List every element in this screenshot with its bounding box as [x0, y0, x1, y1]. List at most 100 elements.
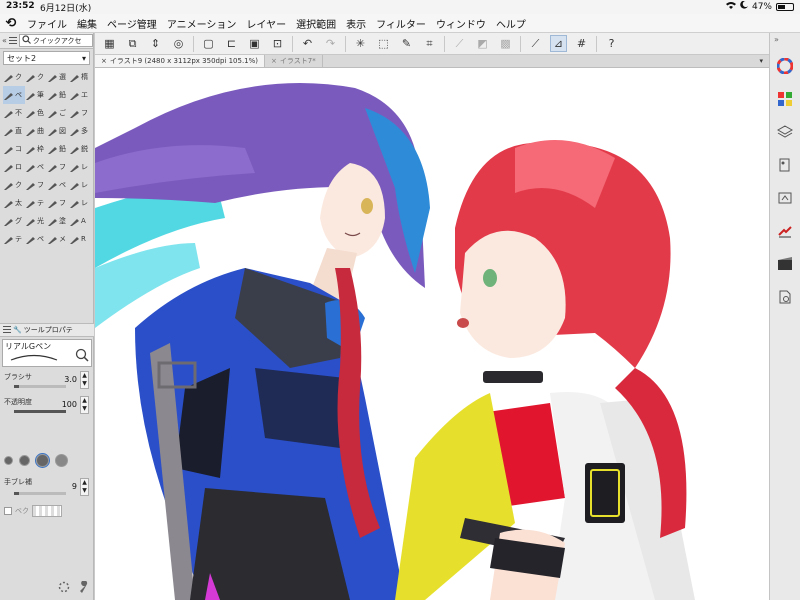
brush-tip-medium[interactable] [19, 455, 30, 466]
brush-tip-small[interactable] [4, 456, 13, 465]
tab-overflow-icon[interactable]: ▾ [759, 55, 769, 67]
stabilization-spinner[interactable]: ▲ ▼ [80, 478, 89, 496]
tool-button[interactable]: ク [3, 68, 25, 86]
menu-item-8[interactable]: ウィンドウ [431, 16, 491, 31]
tool-button[interactable]: ペ [3, 86, 25, 104]
tool-button[interactable]: 曲 [25, 122, 47, 140]
tool-button[interactable]: フ [25, 176, 47, 194]
tool-button[interactable]: ペ [47, 176, 69, 194]
color-set-icon[interactable] [774, 88, 796, 110]
close-icon[interactable]: × [101, 57, 107, 65]
vector-checkbox[interactable] [4, 507, 12, 515]
tool-button[interactable]: エ [69, 86, 91, 104]
tool-button[interactable]: フ [69, 104, 91, 122]
tool-button[interactable]: 色 [25, 104, 47, 122]
menu-item-4[interactable]: レイヤー [241, 16, 291, 31]
tool-button[interactable]: 光 [25, 212, 47, 230]
ruler-snap-icon[interactable]: ⟋ [527, 35, 544, 52]
tool-button[interactable]: 多 [69, 122, 91, 140]
export-icon[interactable]: ⊡ [269, 35, 286, 52]
spinner-icon[interactable]: ✳ [352, 35, 369, 52]
tool-button[interactable]: 鋭 [69, 140, 91, 158]
menu-item-5[interactable]: 選択範囲 [291, 16, 341, 31]
tool-button[interactable]: ク [3, 176, 25, 194]
magnifier-icon[interactable] [75, 348, 89, 364]
special-ruler-icon[interactable]: ⊿ [550, 35, 567, 52]
close-icon[interactable]: × [271, 57, 277, 65]
layers-icon[interactable] [774, 121, 796, 143]
menu-item-9[interactable]: ヘルプ [491, 16, 531, 31]
fill-disabled-icon[interactable]: ▩ [497, 35, 514, 52]
tool-button[interactable]: 図 [47, 122, 69, 140]
tool-button[interactable]: フ [47, 158, 69, 176]
tool-button[interactable]: メ [47, 230, 69, 248]
brush-tip-large[interactable] [35, 453, 50, 468]
tool-button[interactable]: ペ [25, 230, 47, 248]
tool-button[interactable]: 鉛 [47, 86, 69, 104]
save-icon[interactable]: ▣ [246, 35, 263, 52]
swirl-icon[interactable]: ◎ [170, 35, 187, 52]
color-wheel-icon[interactable] [774, 55, 796, 77]
tool-button[interactable]: 塗 [47, 212, 69, 230]
spinner-icon[interactable] [58, 581, 70, 595]
redo-icon[interactable]: ↷ [322, 35, 339, 52]
doc-tab-inactive[interactable]: × イラスト7* [265, 55, 323, 67]
brush-size-slider[interactable] [14, 385, 66, 388]
menu-item-3[interactable]: アニメーション [162, 16, 242, 31]
animation-icon[interactable] [774, 253, 796, 275]
clip-studio-logo-icon[interactable]: ⟲ [0, 14, 22, 33]
quick-access-tab[interactable]: クイックアクセ [18, 34, 93, 47]
search-icon[interactable] [774, 286, 796, 308]
tool-button[interactable]: 楕 [69, 68, 91, 86]
item-icon[interactable] [774, 220, 796, 242]
grid-menu-icon[interactable]: ▦ [101, 35, 118, 52]
tool-button[interactable]: R [69, 230, 91, 248]
doc-tab-active[interactable]: × イラスト9 (2480 x 3112px 350dpi 105.1%) [95, 55, 266, 67]
layer-view-icon[interactable]: ⧉ [124, 35, 141, 52]
tool-button[interactable]: レ [69, 158, 91, 176]
drawing-canvas[interactable] [95, 68, 769, 600]
diagonal-disabled-icon[interactable]: ⟋ [451, 35, 468, 52]
tool-button[interactable]: グ [3, 212, 25, 230]
sub-view-icon[interactable] [774, 187, 796, 209]
chevron-right-icon[interactable]: » [774, 35, 779, 44]
tool-button[interactable]: 不 [3, 104, 25, 122]
tool-button[interactable]: ペ [25, 158, 47, 176]
chevron-left-icon[interactable]: « [2, 36, 7, 45]
clear-disabled-icon[interactable]: ◩ [474, 35, 491, 52]
menu-item-1[interactable]: 編集 [72, 16, 102, 31]
panel-menu-icon[interactable] [3, 325, 11, 335]
brush-size-spinner[interactable]: ▲ ▼ [80, 371, 89, 389]
menu-item-6[interactable]: 表示 [341, 16, 371, 31]
pen-pressure-icon[interactable]: ✎ [398, 35, 415, 52]
panel-menu-icon[interactable] [8, 36, 17, 46]
grid-snap-icon[interactable]: # [573, 35, 590, 52]
wrench-settings-icon[interactable] [78, 580, 90, 595]
tool-button[interactable]: テ [3, 230, 25, 248]
tool-button[interactable]: 枠 [25, 140, 47, 158]
tool-button[interactable]: テ [25, 194, 47, 212]
open-icon[interactable]: ⊏ [223, 35, 240, 52]
tool-button[interactable]: レ [69, 194, 91, 212]
tool-button[interactable]: 直 [3, 122, 25, 140]
menu-item-7[interactable]: フィルター [371, 16, 431, 31]
palette-icon[interactable] [774, 154, 796, 176]
tool-button[interactable]: コ [3, 140, 25, 158]
vector-mode-buttons[interactable] [32, 505, 62, 517]
stabilization-slider[interactable] [14, 492, 66, 495]
tool-button[interactable]: ク [25, 68, 47, 86]
tool-button[interactable]: 選 [47, 68, 69, 86]
subtool-name-box[interactable]: リアルGペン [2, 339, 92, 367]
tool-button[interactable]: フ [47, 194, 69, 212]
opacity-slider[interactable] [14, 410, 66, 413]
transform-icon[interactable]: ⬚ [375, 35, 392, 52]
tool-button[interactable]: A [69, 212, 91, 230]
tool-button[interactable]: ご [47, 104, 69, 122]
tool-button[interactable]: 筆 [25, 86, 47, 104]
tool-button[interactable]: ロ [3, 158, 25, 176]
tool-button[interactable]: レ [69, 176, 91, 194]
set-select[interactable]: セット2 ▾ [3, 51, 90, 65]
menu-item-2[interactable]: ページ管理 [102, 16, 162, 31]
tool-button[interactable]: 太 [3, 194, 25, 212]
brush-tip-soft[interactable] [55, 454, 68, 467]
